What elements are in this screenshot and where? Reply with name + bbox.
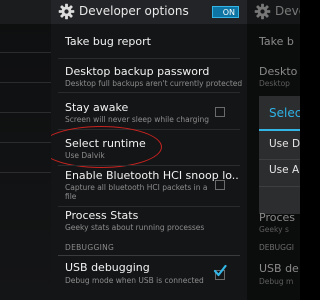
dialog-divider bbox=[259, 159, 300, 160]
item-title: USB debugging bbox=[65, 261, 150, 274]
runtime-option-dalvik[interactable]: Use Da bbox=[269, 138, 300, 150]
right-section-header: DEBUGGI bbox=[259, 243, 294, 252]
item-title: Take bug report bbox=[65, 35, 151, 48]
stay-awake-item[interactable]: Stay awake Screen will never sleep while… bbox=[51, 93, 247, 129]
item-title: Process Stats bbox=[65, 209, 139, 222]
developer-options-toggle[interactable]: ON bbox=[212, 6, 239, 18]
left-divider bbox=[0, 52, 51, 53]
right-item-subtitle: Geeky s bbox=[259, 225, 289, 234]
action-bar: Developer options ON bbox=[51, 0, 247, 24]
checkmark-icon bbox=[213, 264, 227, 277]
left-divider bbox=[0, 172, 51, 173]
select-runtime-dialog: Select Use Da Use AR bbox=[259, 96, 300, 214]
left-action-bar bbox=[0, 0, 51, 24]
right-page-title: Develo bbox=[275, 4, 300, 18]
gear-icon[interactable] bbox=[58, 3, 75, 20]
item-subtitle: Capture all bluetooth HCI packets in a bbox=[65, 183, 208, 192]
item-subtitle: Desktop full backups aren't currently pr… bbox=[65, 79, 243, 88]
developer-options-screen: Developer options ON Take bug report Des… bbox=[51, 0, 247, 300]
left-divider bbox=[0, 112, 51, 113]
right-item-title: Take b bbox=[259, 35, 294, 48]
left-divider bbox=[0, 142, 51, 143]
item-title: Stay awake bbox=[65, 101, 129, 114]
gear-icon bbox=[254, 3, 271, 20]
item-subtitle: file bbox=[65, 192, 77, 201]
bluetooth-hci-checkbox[interactable] bbox=[215, 180, 225, 190]
bluetooth-hci-snoop-item[interactable]: Enable Bluetooth HCI snoop lo.. Capture … bbox=[51, 166, 247, 206]
item-subtitle: Screen will never sleep while charging bbox=[65, 115, 210, 124]
item-subtitle: Debug mode when USB is connected bbox=[65, 276, 204, 285]
right-action-bar: Develo bbox=[247, 0, 300, 24]
process-stats-item[interactable]: Process Stats Geeky stats about running … bbox=[51, 207, 247, 238]
dialog-title: Select bbox=[269, 106, 300, 120]
take-bug-report-item[interactable]: Take bug report bbox=[51, 24, 247, 58]
right-item-title: USB de bbox=[259, 262, 299, 275]
runtime-option-art[interactable]: Use AR bbox=[269, 164, 300, 176]
right-item-title: Deskto bbox=[259, 65, 298, 78]
item-title: Desktop backup password bbox=[65, 65, 210, 78]
desktop-backup-password-item[interactable]: Desktop backup password Desktop full bac… bbox=[51, 59, 247, 92]
dialog-title-divider bbox=[259, 129, 300, 131]
left-divider bbox=[0, 82, 51, 83]
right-item-subtitle: Debug m bbox=[259, 277, 294, 286]
dialog-divider bbox=[259, 186, 300, 187]
stay-awake-checkbox[interactable] bbox=[215, 107, 225, 117]
item-title: Enable Bluetooth HCI snoop lo.. bbox=[65, 169, 239, 182]
screen: Developer options ON Take bug report Des… bbox=[0, 0, 300, 300]
right-panel: Develo Take b Deskto Desktop Select Use … bbox=[247, 0, 300, 300]
page-title: Developer options bbox=[79, 4, 189, 18]
right-item-subtitle: Desktop bbox=[259, 79, 290, 88]
section-header-debugging: DEBUGGING bbox=[65, 243, 115, 252]
left-panel bbox=[0, 0, 51, 300]
item-subtitle: Geeky stats about running processes bbox=[65, 223, 205, 232]
right-item-title: Proces bbox=[259, 211, 295, 224]
